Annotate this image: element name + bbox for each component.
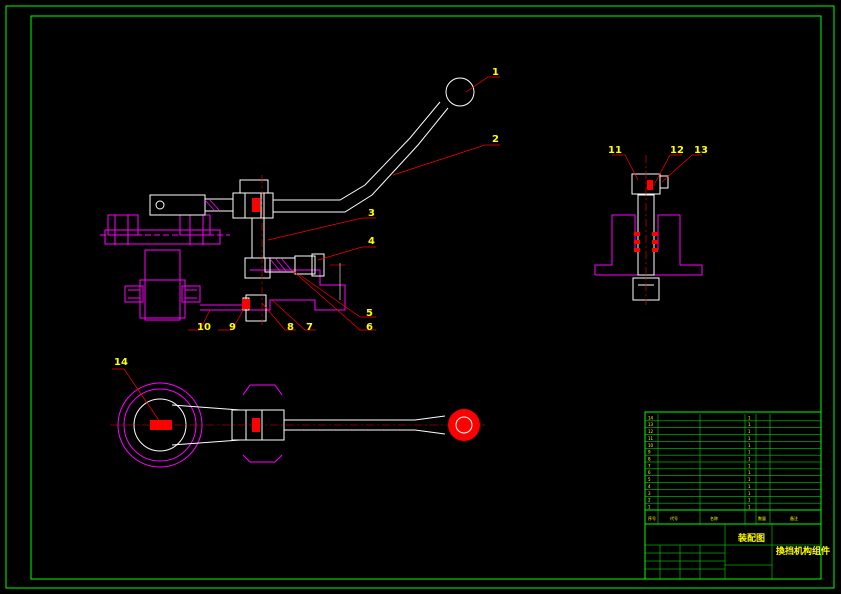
callout-14: 14: [114, 357, 128, 368]
bom-row-qty: 1: [748, 457, 751, 462]
bom-row-no: 1: [648, 505, 651, 510]
outer-border: [5, 5, 835, 589]
inner-border: [30, 15, 822, 580]
bom-row-no: 13: [648, 422, 654, 427]
bom-header-code: 代号: [670, 515, 678, 521]
bom-row-qty: 1: [748, 491, 751, 496]
callout-5: 5: [366, 308, 373, 319]
callout-7: 7: [306, 322, 313, 333]
bom-row-qty: 1: [748, 422, 751, 427]
bom-header-qty: 数量: [758, 515, 766, 521]
bom-row-no: 14: [648, 415, 654, 420]
bom-row-qty: 1: [748, 463, 751, 468]
bom-row-qty: 1: [748, 498, 751, 503]
leader-lines: [112, 76, 702, 423]
bom-header-no: 序号: [648, 515, 656, 521]
callout-9: 9: [229, 322, 236, 333]
bom-row-qty: 1: [748, 450, 751, 455]
drawing-type-label: 装配图: [737, 532, 765, 544]
bom-row-qty: 1: [748, 505, 751, 510]
side-view: [594, 155, 703, 305]
callout-13: 13: [694, 145, 708, 156]
front-view: [100, 77, 475, 325]
bom-row-no: 4: [648, 484, 651, 489]
bom-row-no: 8: [648, 457, 651, 462]
callout-3: 3: [368, 208, 375, 219]
drawing-name-label: 換挡机构组件: [776, 545, 830, 557]
bom-row-no: 10: [648, 443, 654, 448]
callout-1: 1: [492, 67, 499, 78]
callout-11: 11: [608, 145, 622, 156]
bom-row-qty: 1: [748, 443, 751, 448]
bom-row-qty: 1: [748, 477, 751, 482]
bom-row-no: 2: [648, 498, 651, 503]
callout-10: 10: [197, 322, 211, 333]
bom-row-qty: 1: [748, 415, 751, 420]
callout-4: 4: [368, 236, 375, 247]
bom-row-qty: 1: [748, 436, 751, 441]
title-block: 14 113 112 111 110 19 18 17 16 15 14 13 12 11 1 序号 代号 …: [644, 411, 830, 580]
bom-header-note: 备注: [790, 515, 798, 521]
bom-row-no: 3: [648, 491, 651, 496]
bom-row-no: 5: [648, 477, 651, 482]
bom-row-qty: 1: [748, 470, 751, 475]
bom-row-qty: 1: [748, 484, 751, 489]
callout-6: 6: [366, 322, 373, 333]
bom-row-no: 7: [648, 463, 651, 468]
assembly-drawing-sheet: 1 2 3 4 5 6 7 8 9 10 11 12 13 14 14 113 11…: [5, 5, 835, 589]
top-view: [110, 382, 485, 468]
callout-12: 12: [670, 145, 684, 156]
bom-header-name: 名称: [710, 515, 718, 521]
bom-row-no: 6: [648, 470, 651, 475]
bom-row-no: 12: [648, 429, 654, 434]
bom-row-qty: 1: [748, 429, 751, 434]
callout-2: 2: [492, 134, 499, 145]
callout-8: 8: [287, 322, 294, 333]
bom-row-no: 11: [648, 436, 654, 441]
bom-row-no: 9: [648, 450, 651, 455]
